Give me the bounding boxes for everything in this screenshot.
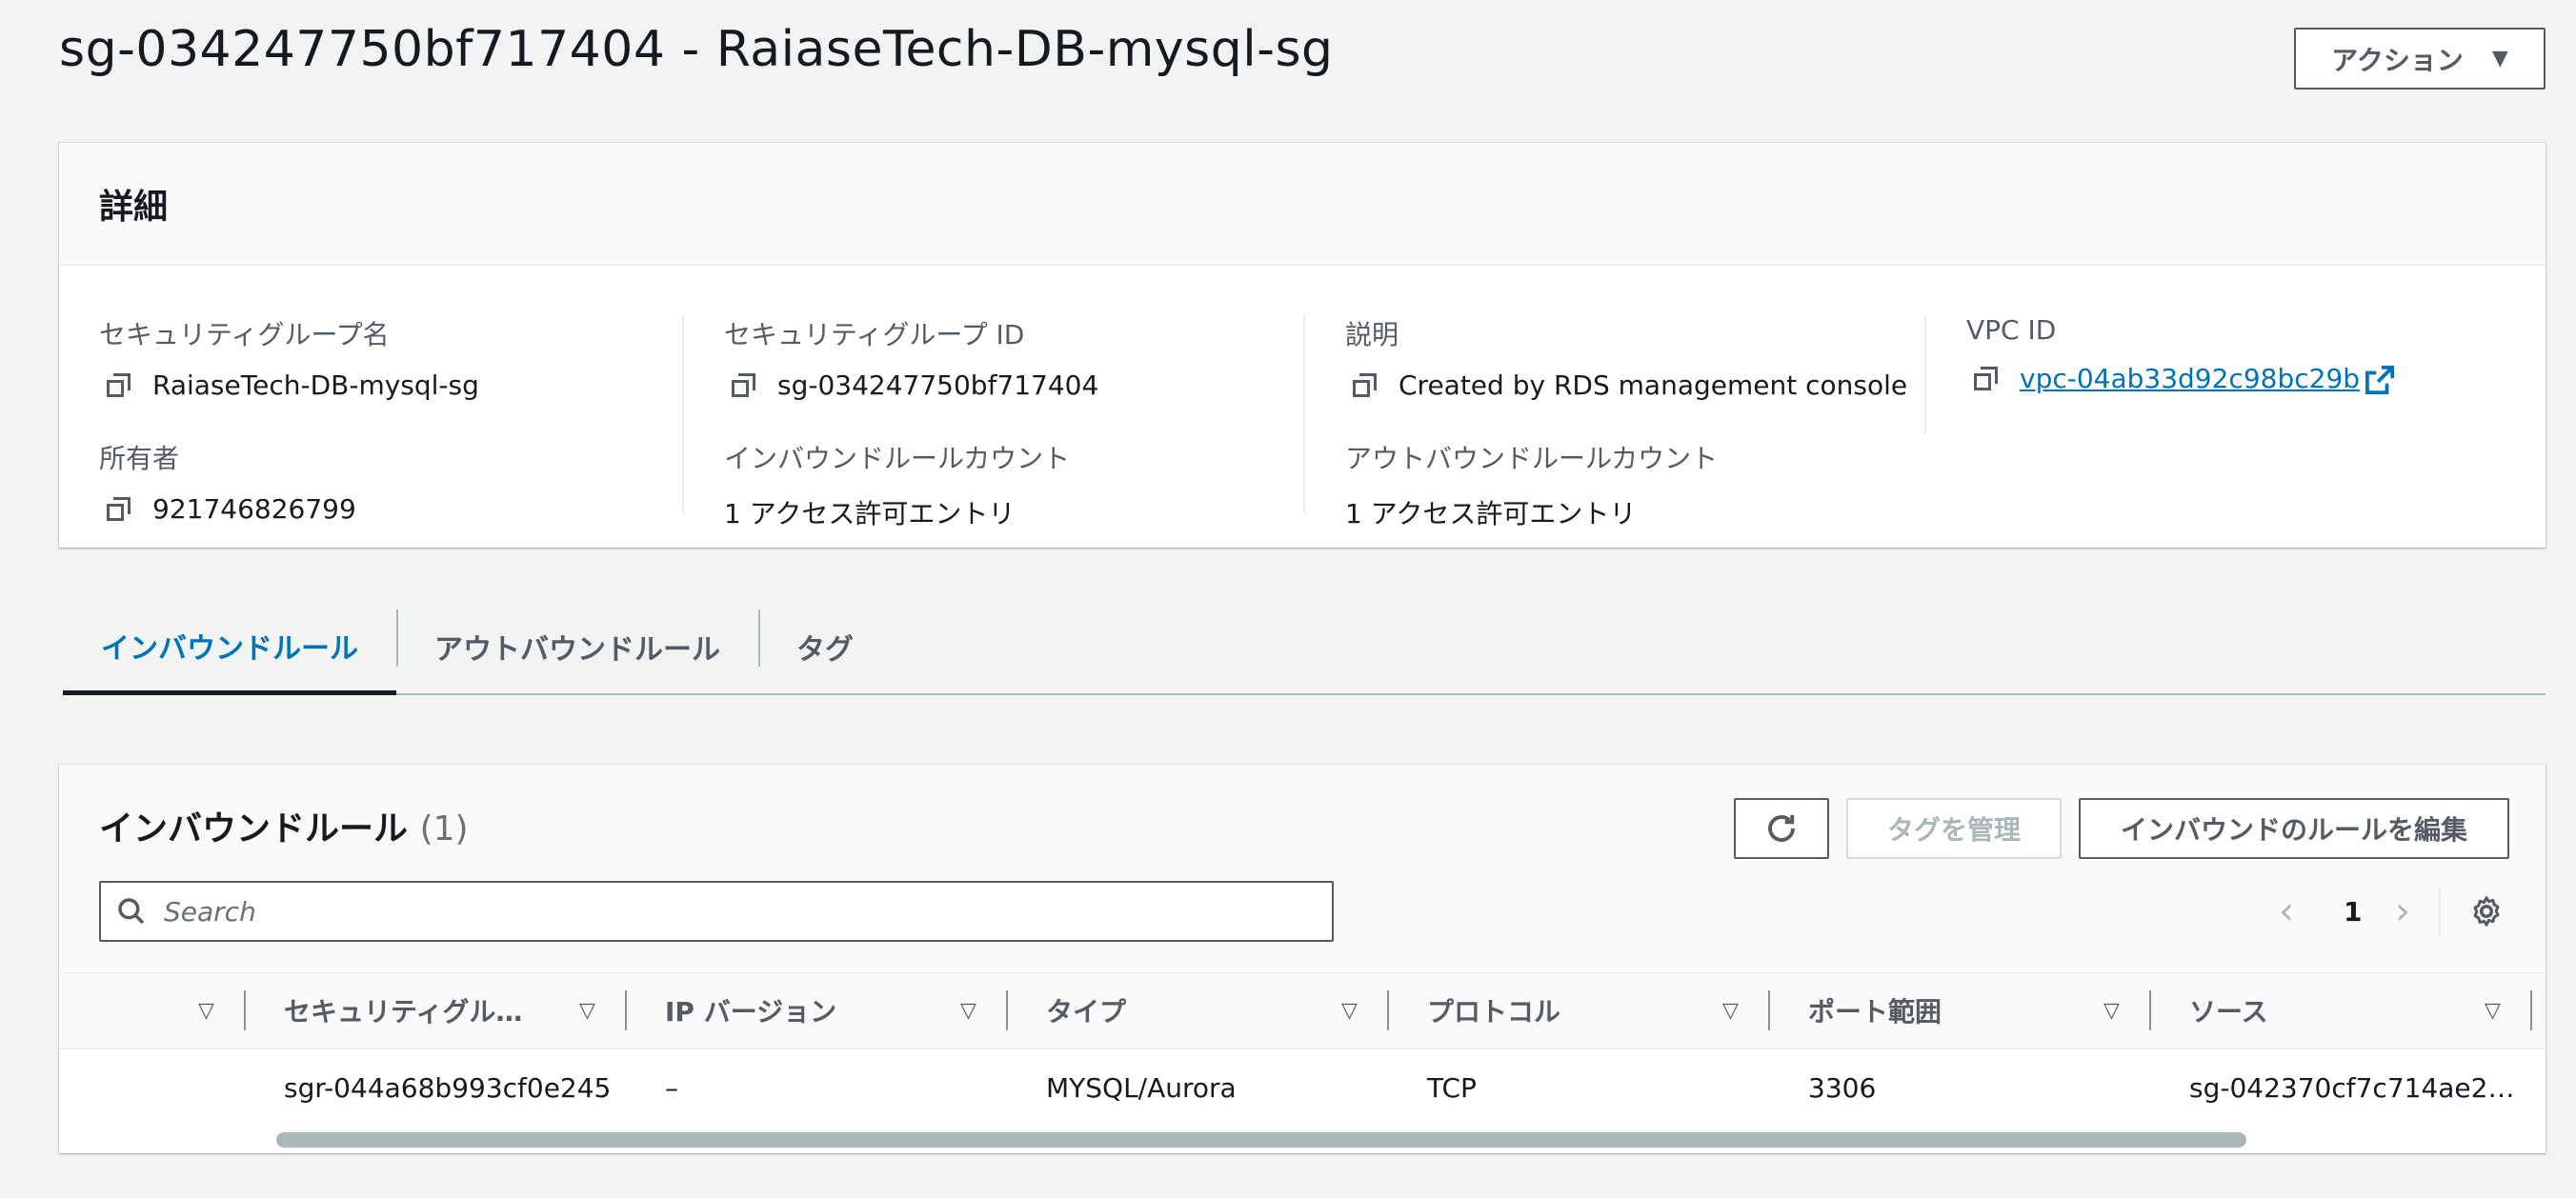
column-header-protocol[interactable]: プロトコル [1427, 973, 1560, 1048]
source-cell: sg-042370cf7c714ae2… [2189, 1071, 2515, 1104]
inbound-rules-panel: インバウンドルール (1) タグを管理 インバウンドのルールを編集 ‹ 1 › [59, 765, 2546, 1153]
column-divider[interactable] [1006, 990, 1008, 1030]
search-input[interactable] [162, 894, 1332, 928]
refresh-icon [1768, 814, 1795, 842]
outbound-count-label: アウトバウンドルールカウント [1345, 443, 1719, 474]
copy-icon[interactable] [1974, 366, 1999, 391]
gear-icon[interactable] [2469, 881, 2504, 942]
scrollbar-thumb[interactable] [276, 1132, 2246, 1148]
page-title: sg-034247750bf717404 - RaiaseTech-DB-mys… [59, 21, 1334, 78]
copy-icon[interactable] [107, 372, 131, 398]
search-box [99, 881, 1334, 942]
column-divider[interactable] [1768, 990, 1770, 1030]
refresh-button[interactable] [1734, 798, 1829, 859]
vpc-id-label: VPC ID [1966, 314, 2057, 346]
column-header-port-range[interactable]: ポート範囲 [1808, 973, 1942, 1048]
owner-value: 921746826799 [152, 493, 356, 525]
actions-dropdown-button[interactable]: アクション ▼ [2294, 28, 2546, 90]
sort-caret-icon[interactable]: ▽ [198, 973, 214, 1048]
sort-caret-icon[interactable]: ▽ [1341, 973, 1358, 1048]
sg-name-field: セキュリティグループ名 RaiaseTech-DB-mysql-sg [59, 314, 682, 401]
description-label: 説明 [1345, 319, 1399, 350]
column-divider[interactable] [2149, 990, 2151, 1030]
column-divider[interactable] [2530, 990, 2532, 1030]
inbound-rules-title-text: インバウンドルール [99, 809, 409, 849]
inbound-rules-title: インバウンドルール (1) [99, 801, 469, 850]
rule-id-cell: sgr-044a68b993cf0e245 [284, 1071, 612, 1104]
inbound-count-field: インバウンドルールカウント 1 アクセス許可エントリ [682, 419, 1305, 529]
port-range-cell: 3306 [1808, 1071, 1877, 1104]
inbound-count-label: インバウンドルールカウント [724, 443, 1071, 474]
page-number[interactable]: 1 [2344, 881, 2362, 942]
inbound-rules-count: (1) [419, 809, 469, 849]
external-link-icon[interactable] [2365, 366, 2395, 394]
outbound-count-value: 1 アクセス許可エントリ [1345, 498, 1637, 529]
vpc-id-link[interactable]: vpc-04ab33d92c98bc29b [2020, 363, 2360, 394]
outbound-count-field: アウトバウンドルールカウント 1 アクセス許可エントリ [1303, 419, 1926, 529]
copy-icon[interactable] [107, 496, 131, 522]
edit-inbound-rules-button[interactable]: インバウンドのルールを編集 [2079, 798, 2509, 859]
description-field: 説明 Created by RDS management console [1303, 314, 1926, 434]
sg-name-value: RaiaseTech-DB-mysql-sg [152, 369, 479, 401]
tab-bar: インバウンドルール アウトバウンドルール タグ [63, 600, 2546, 695]
sg-id-value: sg-034247750bf717404 [777, 369, 1099, 401]
details-heading: 詳細 [99, 188, 169, 227]
sg-id-label: セキュリティグループ ID [724, 319, 1025, 350]
inbound-rules-header: インバウンドルール (1) タグを管理 インバウンドのルールを編集 ‹ 1 › [59, 765, 2546, 973]
type-cell: MYSQL/Aurora [1046, 1071, 1237, 1104]
horizontal-scrollbar[interactable] [59, 1125, 2546, 1153]
sort-caret-icon[interactable]: ▽ [579, 973, 595, 1048]
owner-label: 所有者 [99, 443, 180, 474]
sg-id-field: セキュリティグループ ID sg-034247750bf717404 [682, 314, 1305, 434]
vpc-id-field: VPC ID vpc-04ab33d92c98bc29b [1924, 314, 2546, 434]
caret-down-icon: ▼ [2491, 47, 2508, 70]
column-header-type[interactable]: タイプ [1046, 973, 1126, 1048]
column-divider[interactable] [1387, 990, 1389, 1030]
inbound-count-value: 1 アクセス許可エントリ [724, 498, 1016, 529]
ip-version-cell: – [665, 1071, 678, 1104]
tab-tags[interactable]: タグ [758, 600, 892, 693]
previous-page-icon[interactable]: ‹ [2279, 881, 2294, 942]
sg-name-label: セキュリティグループ名 [99, 319, 390, 350]
details-panel: 詳細 セキュリティグループ名 RaiaseTech-DB-mysql-sg セキ… [59, 143, 2546, 548]
column-divider[interactable] [625, 990, 627, 1030]
column-header-ip-version[interactable]: IP バージョン [665, 973, 836, 1048]
description-value: Created by RDS management console [1399, 369, 1908, 401]
next-page-icon[interactable]: › [2395, 881, 2410, 942]
search-icon [101, 896, 162, 927]
tab-inbound-rules[interactable]: インバウンドルール [63, 600, 396, 695]
sort-caret-icon[interactable]: ▽ [960, 973, 976, 1048]
details-header: 詳細 [59, 143, 2546, 266]
copy-icon[interactable] [732, 372, 756, 398]
sort-caret-icon[interactable]: ▽ [2485, 973, 2501, 1048]
protocol-cell: TCP [1427, 1071, 1477, 1104]
sort-caret-icon[interactable]: ▽ [2103, 973, 2120, 1048]
column-divider[interactable] [244, 990, 246, 1030]
column-header-security-group-rule[interactable]: セキュリティグル… [284, 973, 522, 1048]
column-header-source[interactable]: ソース [2189, 973, 2268, 1048]
table-header: ▽ セキュリティグル… ▽ IP バージョン ▽ タイプ ▽ プロトコル ▽ ポ… [59, 973, 2546, 1049]
tab-outbound-rules[interactable]: アウトバウンドルール [396, 600, 758, 693]
pager-divider [2439, 887, 2441, 938]
actions-button-label: アクション [2331, 44, 2464, 76]
owner-field: 所有者 921746826799 [59, 438, 682, 525]
copy-icon[interactable] [1353, 372, 1378, 398]
manage-tags-button[interactable]: タグを管理 [1846, 798, 2062, 859]
table-row[interactable]: sgr-044a68b993cf0e245 – MYSQL/Aurora TCP… [59, 1049, 2546, 1126]
sort-caret-icon[interactable]: ▽ [1722, 973, 1739, 1048]
